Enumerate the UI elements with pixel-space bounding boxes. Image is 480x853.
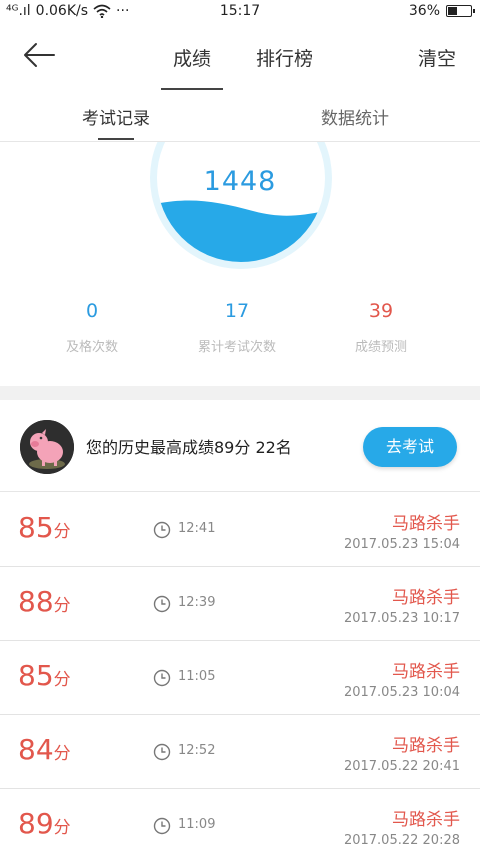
stat-label: 成绩预测 [354, 340, 407, 355]
record-score: 85分 [18, 659, 71, 692]
clock-icon [153, 595, 171, 613]
back-button[interactable] [22, 40, 62, 72]
tab-scores[interactable]: 成绩 [160, 44, 224, 90]
battery-text: 36% [408, 3, 440, 19]
score-value: 88 [18, 585, 54, 618]
stat-value: 39 [368, 300, 394, 322]
record-date: 2017.05.23 10:04 [343, 685, 460, 700]
record-title: 马路杀手 [392, 514, 460, 534]
record-score: 88分 [18, 585, 71, 618]
score-value: 85 [18, 659, 54, 692]
score-unit: 分 [53, 670, 71, 690]
score-value: 89 [18, 807, 54, 840]
score-unit: 分 [53, 818, 71, 838]
total-score: 1448 [203, 166, 277, 197]
gauge-clip [143, 142, 339, 278]
list-item[interactable]: 89分 11:09 马路杀手 2017.05.22 20:28 [0, 789, 480, 853]
record-duration: 11:09 [178, 817, 216, 832]
gauge-graphic [150, 142, 332, 269]
section-divider [0, 386, 480, 400]
best-score-text: 您的历史最高成绩89分 22名 [86, 438, 292, 457]
clock-icon [153, 817, 171, 835]
battery-fill [448, 7, 457, 15]
record-score: 84分 [18, 733, 71, 766]
record-duration: 11:05 [178, 669, 216, 684]
record-date: 2017.05.22 20:28 [343, 833, 460, 848]
list-item[interactable]: 85分 12:41 马路杀手 2017.05.23 15:04 [0, 493, 480, 567]
record-title: 马路杀手 [392, 662, 460, 682]
stat-label: 及格次数 [65, 340, 118, 355]
list-item[interactable]: 85分 11:05 马路杀手 2017.05.23 10:04 [0, 641, 480, 715]
record-title: 马路杀手 [392, 736, 460, 756]
list-item[interactable]: 88分 12:39 马路杀手 2017.05.23 10:17 [0, 567, 480, 641]
sub-nav: 考试记录 数据统计 [0, 88, 480, 142]
arrow-left-icon [24, 43, 55, 67]
record-duration: 12:52 [178, 743, 216, 758]
record-title: 马路杀手 [392, 588, 460, 608]
stat-label: 累计考试次数 [197, 340, 276, 355]
record-list: 85分 12:41 马路杀手 2017.05.23 15:04 88分 12:3… [0, 493, 480, 853]
battery-icon [446, 5, 475, 17]
pig-avatar-icon [20, 420, 74, 474]
clock-icon [153, 743, 171, 761]
status-bar: ⁴ᴳ.ıl 0.06K/s ··· 15:17 36% [0, 0, 480, 24]
record-date: 2017.05.23 15:04 [343, 537, 460, 552]
tab-exam-records[interactable]: 考试记录 [82, 104, 150, 140]
record-date: 2017.05.22 20:41 [343, 759, 460, 774]
clear-button[interactable]: 清空 [418, 44, 456, 71]
record-duration: 12:41 [178, 521, 216, 536]
record-title: 马路杀手 [392, 810, 460, 830]
score-value: 84 [18, 733, 54, 766]
stat-prediction: 39 成绩预测 [301, 300, 461, 355]
record-score: 89分 [18, 807, 71, 840]
stat-value: 17 [224, 300, 250, 322]
record-score: 85分 [18, 511, 71, 544]
record-date: 2017.05.23 10:17 [343, 611, 460, 626]
stats-row: 0 及格次数 17 累计考试次数 39 成绩预测 [0, 300, 480, 370]
avatar [20, 420, 74, 474]
stat-pass-count: 0 及格次数 [12, 300, 172, 355]
tab-ranking[interactable]: 排行榜 [256, 44, 313, 71]
clock-icon [153, 521, 171, 539]
score-unit: 分 [53, 744, 71, 764]
score-value: 85 [18, 511, 54, 544]
score-unit: 分 [53, 522, 71, 542]
best-score-row: 您的历史最高成绩89分 22名 去考试 [0, 400, 480, 492]
record-duration: 12:39 [178, 595, 216, 610]
go-exam-button[interactable]: 去考试 [363, 427, 457, 467]
clock-icon [153, 669, 171, 687]
score-unit: 分 [53, 596, 71, 616]
nav-bar: 成绩 排行榜 清空 [0, 24, 480, 90]
tab-data-stats[interactable]: 数据统计 [321, 104, 389, 129]
list-item[interactable]: 84分 12:52 马路杀手 2017.05.22 20:41 [0, 715, 480, 789]
stat-value: 0 [85, 300, 99, 322]
stat-exam-count: 17 累计考试次数 [157, 300, 317, 355]
status-right: 36% [408, 3, 475, 19]
